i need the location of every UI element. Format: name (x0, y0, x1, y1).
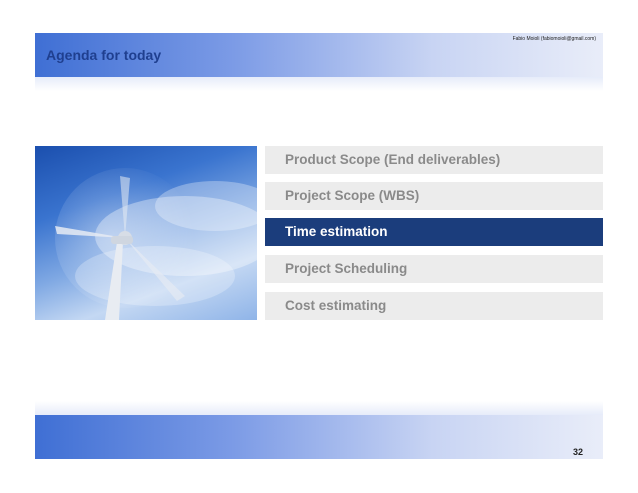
footer-fade (35, 401, 603, 415)
agenda-item-active[interactable]: Time estimation (265, 218, 603, 246)
agenda-item-label: Project Scope (WBS) (285, 188, 420, 203)
agenda-item-label: Product Scope (End deliverables) (285, 152, 501, 167)
agenda-item[interactable]: Cost estimating (265, 292, 603, 320)
footer-band (35, 415, 603, 459)
wind-turbine-photo (35, 146, 257, 320)
page-number: 32 (572, 447, 583, 457)
agenda-item-label: Cost estimating (285, 298, 387, 313)
wind-turbine-illustration (55, 168, 257, 320)
agenda-item[interactable]: Product Scope (End deliverables) (265, 146, 603, 174)
slide-title: Agenda for today (46, 47, 162, 63)
agenda-item[interactable]: Project Scope (WBS) (265, 182, 603, 210)
author-credit: Fabio Moioli (fabiomoioli@gmail.com) (512, 36, 596, 42)
agenda-item[interactable]: Project Scheduling (265, 255, 603, 283)
header-fade (35, 77, 603, 91)
agenda-item-label: Project Scheduling (285, 261, 408, 276)
agenda-item-label: Time estimation (285, 224, 388, 239)
